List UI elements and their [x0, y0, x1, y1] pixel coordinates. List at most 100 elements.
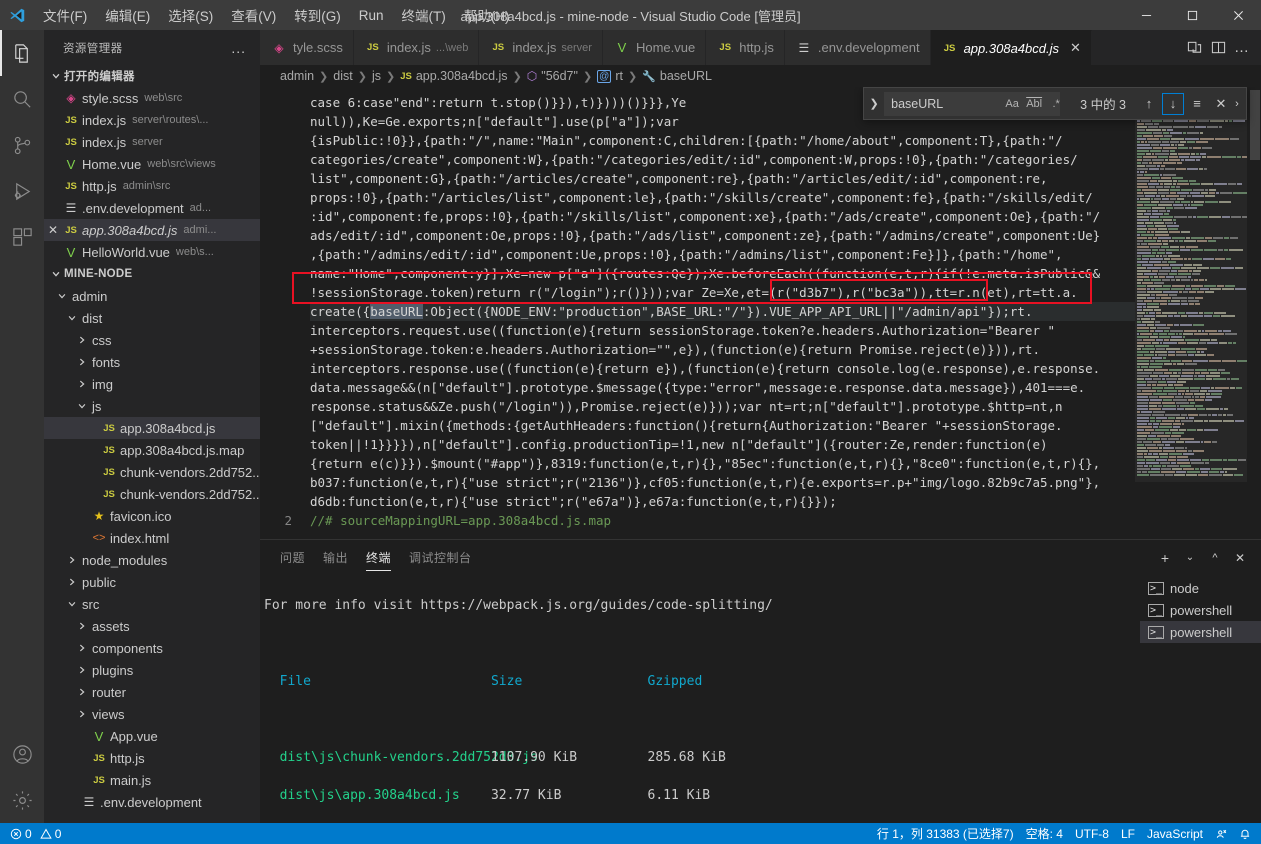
breadcrumb-item-file[interactable]: JSapp.308a4bcd.js: [400, 69, 507, 83]
tree-folder-assets[interactable]: assets: [44, 615, 260, 637]
open-editors-title-row[interactable]: 打开的编辑器: [44, 65, 260, 87]
breadcrumb-item-symbol-56d7[interactable]: ⬡"56d7": [527, 69, 578, 83]
scrollbar-thumb[interactable]: [1250, 90, 1260, 160]
tab-terminal[interactable]: 终端: [366, 540, 391, 575]
status-language-mode[interactable]: JavaScript: [1141, 823, 1209, 844]
status-eol[interactable]: LF: [1115, 823, 1141, 844]
tree-file-chunk-vendors-2dd752-[interactable]: JSchunk-vendors.2dd752...: [44, 483, 260, 505]
code-line[interactable]: categories/create",component:W},{path:"/…: [310, 150, 1135, 169]
code-line[interactable]: d6db:function(e,t,r){"use strict";r("e67…: [310, 492, 1135, 511]
tree-file-favicon-ico[interactable]: ★favicon.ico: [44, 505, 260, 527]
menu-view[interactable]: 查看(V): [222, 1, 285, 29]
split-editor-orientation-icon[interactable]: [1183, 36, 1205, 60]
open-editor-item[interactable]: ◈ style.scss web\src: [44, 87, 260, 109]
code-line[interactable]: ads/edit/:id",component:Oe,props:!0},{pa…: [310, 226, 1135, 245]
tree-folder-dist[interactable]: dist: [44, 307, 260, 329]
breadcrumb-item-symbol-rt[interactable]: @rt: [597, 69, 623, 83]
code-line[interactable]: {return e(c)}}).$mount("#app")},8319:fun…: [310, 454, 1135, 473]
open-editor-item[interactable]: V Home.vue web\src\views: [44, 153, 260, 175]
code-editor[interactable]: 2 case 6:case"end":return t.stop()}}),t)…: [260, 87, 1261, 539]
tab-output[interactable]: 输出: [323, 540, 348, 575]
menu-edit[interactable]: 编辑(E): [96, 1, 159, 29]
code-line[interactable]: props:!0},{path:"/articles/list",compone…: [310, 188, 1135, 207]
code-line[interactable]: :id",component:fe,props:!0},{path:"/skil…: [310, 207, 1135, 226]
menu-help[interactable]: 帮助(H): [455, 1, 519, 29]
regex-icon[interactable]: .*: [1046, 94, 1066, 114]
workspace-title-row[interactable]: MINE-NODE: [44, 263, 260, 285]
sidebar-more-icon[interactable]: ...: [223, 40, 254, 56]
feedback-icon[interactable]: [1209, 823, 1233, 844]
match-case-icon[interactable]: Aa: [1002, 94, 1022, 114]
tree-folder-node-modules[interactable]: node_modules: [44, 549, 260, 571]
code-line[interactable]: interceptors.response.use((function(e){r…: [310, 359, 1135, 378]
terminal-output[interactable]: For more info visit https://webpack.js.o…: [260, 575, 1140, 823]
close-icon[interactable]: ✕: [44, 223, 62, 237]
minimap-viewport-slider[interactable]: [1135, 87, 1247, 482]
find-previous-icon[interactable]: ↑: [1138, 93, 1160, 115]
code-line[interactable]: name:"Home",component:y}],Xe=new p["a"](…: [310, 264, 1135, 283]
tree-file-index-html[interactable]: <>index.html: [44, 527, 260, 549]
find-more-icon[interactable]: ›: [1232, 98, 1242, 110]
tree-folder-img[interactable]: img: [44, 373, 260, 395]
open-editor-item-active[interactable]: ✕ JS app.308a4bcd.js admi...: [44, 219, 260, 241]
menu-go[interactable]: 转到(G): [285, 1, 350, 29]
minimap[interactable]: [1135, 87, 1247, 539]
code-line[interactable]: ,{path:"/admins/edit/:id",component:Ue,p…: [310, 245, 1135, 264]
source-control-icon[interactable]: [0, 122, 44, 168]
run-debug-icon[interactable]: [0, 168, 44, 214]
close-icon[interactable]: [1215, 0, 1261, 30]
code-line-highlighted[interactable]: create({baseURL:Object({NODE_ENV:"produc…: [310, 302, 1135, 321]
tab-debug-console[interactable]: 调试控制台: [409, 540, 472, 575]
whole-word-icon[interactable]: Abl: [1024, 94, 1044, 114]
breadcrumb-item-js[interactable]: js: [372, 69, 381, 83]
editor-scrollbar[interactable]: [1247, 87, 1261, 539]
tab-index-js-server[interactable]: JS index.js server: [479, 30, 603, 65]
tree-file-app-308a4bcd-js-map[interactable]: JSapp.308a4bcd.js.map: [44, 439, 260, 461]
find-widget[interactable]: ❯ baseURL Aa Abl .* 3 中的 3 ↑ ↓ ≡ ✕: [863, 87, 1247, 120]
tab-problems[interactable]: 问题: [280, 540, 305, 575]
tree-file--env-development[interactable]: ☰.env.development: [44, 791, 260, 813]
tab-index-js-web[interactable]: JS index.js ...\web: [354, 30, 479, 65]
chevron-right-icon[interactable]: ❯: [864, 97, 884, 110]
open-editor-item[interactable]: JS index.js server\routes\...: [44, 109, 260, 131]
tab-env-development[interactable]: ☰ .env.development: [785, 30, 931, 65]
tree-file-http-js[interactable]: JShttp.js: [44, 747, 260, 769]
menu-file[interactable]: 文件(F): [34, 1, 96, 29]
tab-http-js[interactable]: JS http.js: [706, 30, 785, 65]
status-indentation[interactable]: 空格: 4: [1020, 823, 1069, 844]
code-line[interactable]: token||!1}}}}),n["default"].config.produ…: [310, 435, 1135, 454]
bell-icon[interactable]: [1233, 823, 1257, 844]
find-next-icon[interactable]: ↓: [1162, 93, 1184, 115]
tree-folder-src[interactable]: src: [44, 593, 260, 615]
code-line[interactable]: !sessionStorage.token)return r("/login")…: [310, 283, 1135, 302]
new-terminal-icon[interactable]: +: [1154, 547, 1176, 569]
code-line[interactable]: list",component:G},{path:"/articles/crea…: [310, 169, 1135, 188]
maximize-panel-icon[interactable]: ^: [1204, 547, 1226, 569]
split-terminal-dropdown-icon[interactable]: ⌄: [1179, 547, 1201, 569]
terminal-item-powershell-2[interactable]: >_ powershell: [1140, 621, 1261, 643]
code-line[interactable]: {isPublic:!0}},{path:"/",name:"Main",com…: [310, 131, 1135, 150]
tab-home-vue[interactable]: V Home.vue: [603, 30, 706, 65]
minimize-icon[interactable]: [1123, 0, 1169, 30]
status-cursor-position[interactable]: 行 1，列 31383 (已选择7): [871, 823, 1020, 844]
tree-file-app-308a4bcd-js[interactable]: JSapp.308a4bcd.js: [44, 417, 260, 439]
code-content[interactable]: case 6:case"end":return t.stop()}}),t)})…: [310, 87, 1135, 539]
code-line[interactable]: ["default"].mixin({methods:{getAuthHeade…: [310, 416, 1135, 435]
tree-folder-components[interactable]: components: [44, 637, 260, 659]
breadcrumb-item-admin[interactable]: admin: [280, 69, 314, 83]
open-editor-item[interactable]: ☰ .env.development ad...: [44, 197, 260, 219]
breadcrumb-item-symbol-baseurl[interactable]: 🔧baseURL: [642, 69, 712, 83]
tree-file-main-js[interactable]: JSmain.js: [44, 769, 260, 791]
tree-folder-router[interactable]: router: [44, 681, 260, 703]
tree-file-chunk-vendors-2dd752-[interactable]: JSchunk-vendors.2dd752...: [44, 461, 260, 483]
more-actions-icon[interactable]: …: [1231, 36, 1253, 60]
tree-file-app-vue[interactable]: VApp.vue: [44, 725, 260, 747]
tree-folder-fonts[interactable]: fonts: [44, 351, 260, 373]
open-editor-item[interactable]: JS index.js server: [44, 131, 260, 153]
tree-folder-plugins[interactable]: plugins: [44, 659, 260, 681]
code-line[interactable]: +sessionStorage.token:e.headers.Authoriz…: [310, 340, 1135, 359]
tree-folder-admin[interactable]: admin: [44, 285, 260, 307]
gear-icon[interactable]: [0, 777, 44, 823]
code-line[interactable]: data.message&&(n["default"].prototype.$m…: [310, 378, 1135, 397]
menu-bar[interactable]: 文件(F) 编辑(E) 选择(S) 查看(V) 转到(G) Run 终端(T) …: [34, 1, 519, 29]
